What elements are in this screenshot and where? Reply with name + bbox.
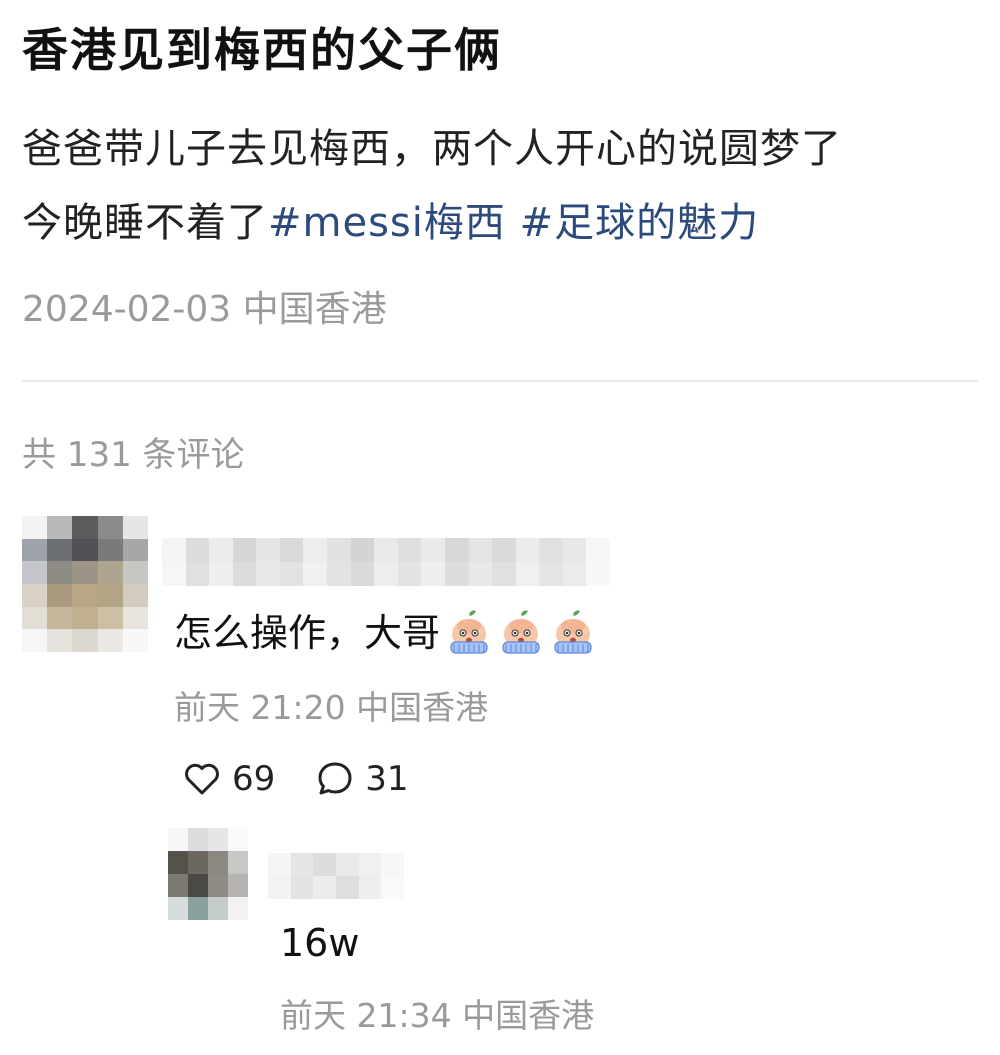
reply-time: 前天 21:34 (280, 996, 452, 1035)
comment-meta: 前天 21:20 中国香港 (174, 684, 488, 732)
reply-location: 中国香港 (462, 996, 595, 1035)
reply-avatar[interactable] (168, 828, 248, 920)
post-body-line-1: 爸爸带儿子去见梅西，两个人开心的说圆梦了 (22, 126, 842, 172)
emoji-row (444, 608, 600, 658)
divider (22, 380, 978, 382)
post-date: 2024-02-03 (22, 289, 232, 330)
username-blurred[interactable] (162, 538, 610, 586)
comment-text: 怎么操作，大哥 (174, 603, 600, 663)
speech-bubble-outline-icon (318, 762, 352, 795)
crying-face-emoji-icon (554, 610, 592, 654)
avatar[interactable] (22, 516, 148, 652)
reply-username-blurred[interactable] (268, 853, 404, 899)
reply-meta: 前天 21:34 中国香港 (280, 992, 594, 1040)
comment-time: 前天 21:20 (174, 688, 346, 727)
hashtag-messi[interactable]: #messi梅西 (268, 200, 506, 246)
heart-outline-icon (185, 763, 219, 795)
like-count: 69 (232, 759, 276, 799)
reply-button[interactable]: 31 (315, 759, 409, 799)
reply-count: 31 (365, 759, 409, 799)
post-body-line-2-text: 今晚睡不着了 (22, 200, 268, 246)
post-location: 中国香港 (242, 289, 387, 330)
crying-face-emoji-icon (450, 610, 488, 654)
comment-text-content: 怎么操作，大哥 (174, 611, 441, 655)
post-meta: 2024-02-03 中国香港 (22, 284, 387, 336)
comment-location: 中国香港 (356, 688, 489, 727)
like-button[interactable]: 69 (182, 759, 275, 799)
crying-face-emoji-icon (502, 610, 540, 654)
post-body: 爸爸带儿子去见梅西，两个人开心的说圆梦了 今晚睡不着了#messi梅西 #足球的… (22, 112, 982, 260)
comment-count: 共 131 条评论 (22, 435, 245, 475)
reply-text: 16w (280, 921, 360, 965)
post-body-line-2: 今晚睡不着了#messi梅西 #足球的魅力 (22, 186, 982, 260)
hashtag-football-charm[interactable]: #足球的魅力 (520, 200, 760, 246)
comment-actions: 69 31 (182, 752, 449, 806)
post-title: 香港见到梅西的父子俩 (22, 23, 502, 77)
